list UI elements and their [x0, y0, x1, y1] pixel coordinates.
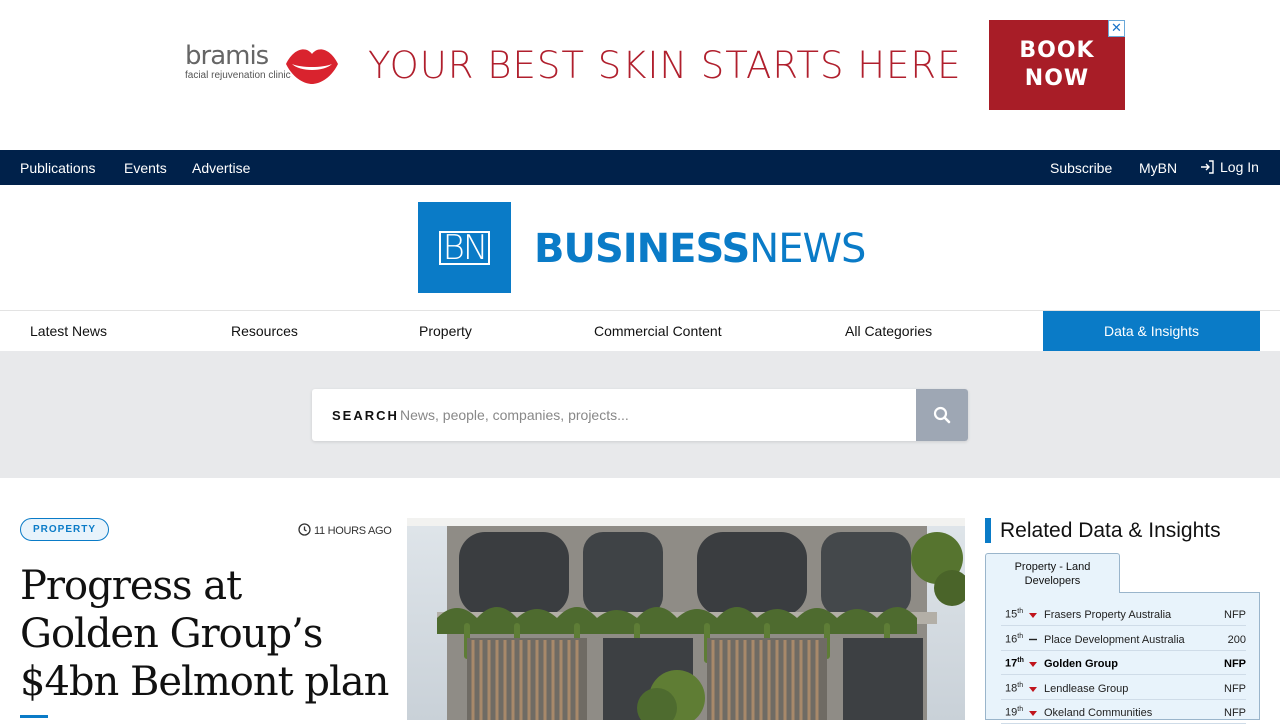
- rank: 15th: [1005, 608, 1024, 621]
- nav-login[interactable]: Log In: [1200, 159, 1259, 175]
- search-band: SEARCH: [0, 351, 1280, 478]
- rank: 19th: [1005, 706, 1024, 719]
- tab-land-developers[interactable]: Property - Land Developers: [985, 553, 1120, 593]
- table-row[interactable]: 18th Lendlease Group NFP: [1001, 676, 1246, 700]
- value: NFP: [1224, 609, 1246, 621]
- cta-line-2: NOW: [1024, 66, 1090, 91]
- site-header: BN BUSINESSNEWS: [0, 185, 1280, 311]
- company-name: Lendlease Group: [1044, 683, 1129, 695]
- table-row[interactable]: 15th Frasers Property Australia NFP: [1001, 602, 1246, 626]
- rank: 17th: [1005, 657, 1024, 670]
- nav-latest-news[interactable]: Latest News: [30, 323, 107, 339]
- ad-brand-sub: facial rejuvenation clinic: [185, 70, 291, 81]
- rank: 16th: [1005, 633, 1024, 646]
- rankings-table: 15th Frasers Property Australia NFP 16th…: [985, 592, 1260, 724]
- sidebar-title: Related Data & Insights: [985, 518, 1221, 543]
- category-tag[interactable]: PROPERTY: [20, 518, 110, 541]
- clock-icon: [298, 523, 311, 536]
- logo-word-light: NEWS: [749, 226, 866, 272]
- table-row[interactable]: 19th Okeland Communities NFP: [1001, 700, 1246, 724]
- search-button[interactable]: [916, 389, 968, 441]
- site-logo-wordmark[interactable]: BUSINESSNEWS: [534, 226, 866, 272]
- ad-brand-logo: bramis facial rejuvenation clinic: [185, 41, 291, 81]
- company-name: Frasers Property Australia: [1044, 609, 1172, 621]
- building-illustration: [407, 518, 965, 720]
- book-now-button[interactable]: BOOK NOW: [989, 20, 1125, 110]
- ad-banner[interactable]: bramis facial rejuvenation clinic YOUR B…: [0, 0, 1280, 150]
- table-row[interactable]: 17th Golden Group NFP: [1001, 651, 1246, 675]
- value: NFP: [1224, 707, 1246, 719]
- nav-advertise[interactable]: Advertise: [192, 160, 250, 176]
- trend-down-icon: [1029, 711, 1037, 716]
- article-image[interactable]: [407, 518, 965, 720]
- nav-resources[interactable]: Resources: [231, 323, 298, 339]
- article-headline[interactable]: Progress at Golden Group’s $4bn Belmont …: [20, 562, 390, 706]
- logo-word-bold: BUSINESS: [534, 226, 750, 272]
- value: NFP: [1224, 683, 1246, 695]
- nav-subscribe[interactable]: Subscribe: [1050, 160, 1112, 176]
- login-icon: [1201, 160, 1214, 174]
- search-input[interactable]: [400, 403, 900, 427]
- ad-brand-name: bramis: [185, 41, 269, 71]
- company-name: Golden Group: [1044, 658, 1118, 670]
- company-name: Place Development Australia: [1044, 634, 1185, 646]
- login-label: Log In: [1220, 159, 1259, 175]
- search-icon: [933, 406, 951, 424]
- nav-property[interactable]: Property: [419, 323, 472, 339]
- nav-all-categories[interactable]: All Categories: [845, 323, 932, 339]
- lips-icon: [286, 49, 338, 84]
- value: NFP: [1224, 658, 1246, 670]
- nav-mybn[interactable]: MyBN: [1139, 160, 1177, 176]
- table-row[interactable]: 16th Place Development Australia 200: [1001, 627, 1246, 651]
- nav-data-insights[interactable]: Data & Insights: [1043, 311, 1260, 351]
- time-text: 11 HOURS AGO: [314, 525, 392, 537]
- ad-close-icon[interactable]: ✕: [1108, 20, 1125, 37]
- ad-headline: YOUR BEST SKIN STARTS HERE: [368, 44, 962, 87]
- value: 200: [1227, 634, 1246, 646]
- nav-commercial-content[interactable]: Commercial Content: [594, 323, 722, 339]
- nav-publications[interactable]: Publications: [20, 160, 96, 176]
- trend-down-icon: [1029, 613, 1037, 618]
- trend-down-icon: [1029, 687, 1037, 692]
- headline-rule: [20, 715, 48, 718]
- search-box: SEARCH: [312, 389, 968, 441]
- top-nav: Publications Events Advertise Subscribe …: [0, 150, 1280, 185]
- logo-mark-text: BN: [438, 230, 491, 265]
- trend-down-icon: [1029, 662, 1037, 667]
- cta-line-1: BOOK: [1019, 38, 1095, 63]
- search-label: SEARCH: [332, 408, 399, 423]
- nav-events[interactable]: Events: [124, 160, 167, 176]
- rank: 18th: [1005, 682, 1024, 695]
- company-name: Okeland Communities: [1044, 707, 1153, 719]
- bn-logo-mark[interactable]: BN: [418, 202, 511, 293]
- main-nav: Latest News Resources Property Commercia…: [0, 311, 1280, 351]
- article-time: 11 HOURS AGO: [298, 523, 392, 537]
- trend-flat-icon: [1029, 638, 1037, 641]
